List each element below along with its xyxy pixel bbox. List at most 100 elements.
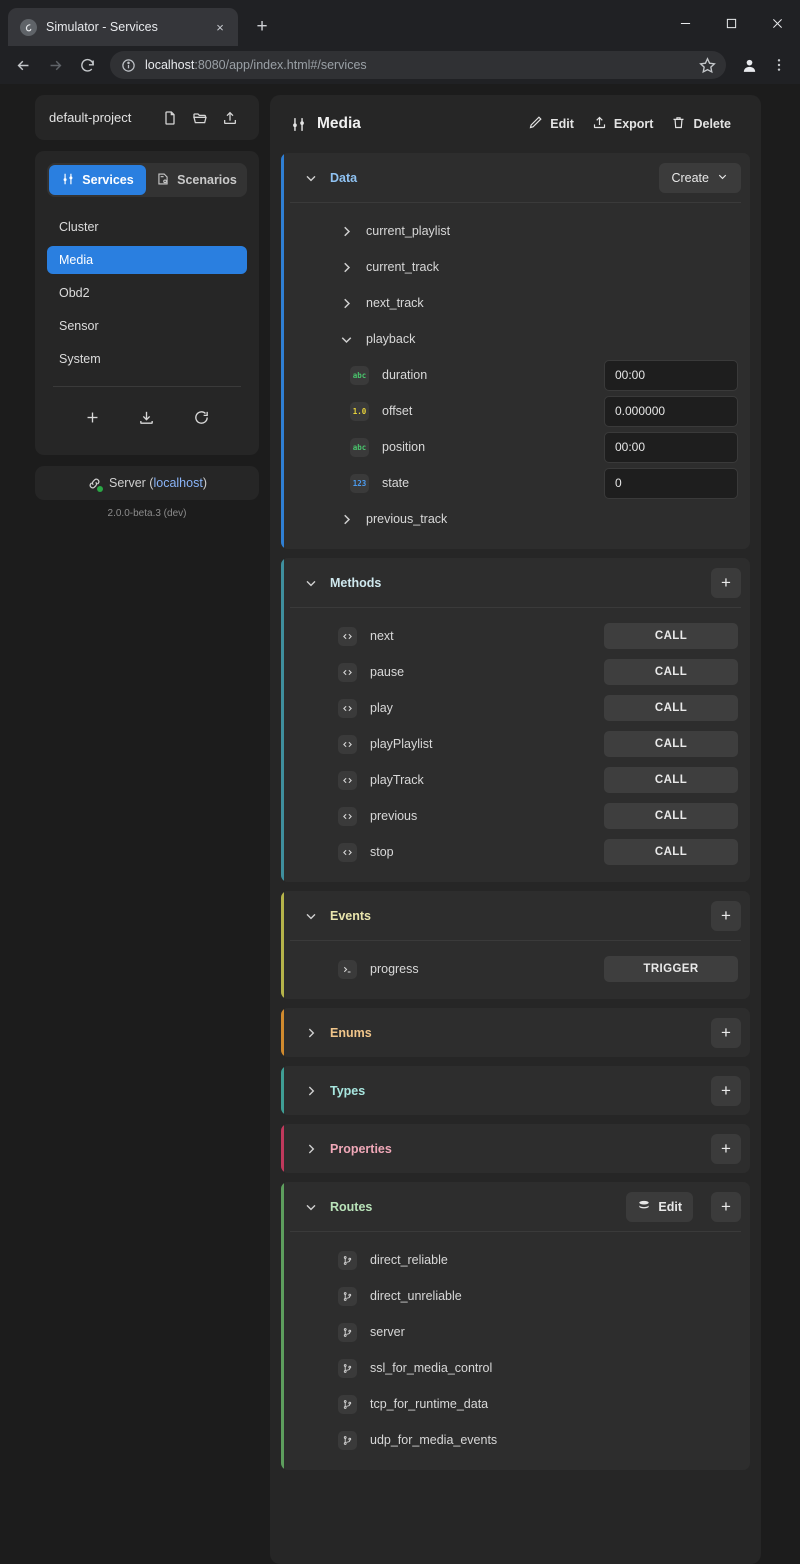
upload-icon [592, 115, 607, 133]
git-branch-icon [338, 1287, 357, 1306]
sidebar-item-system[interactable]: System [47, 345, 247, 373]
upload-icon[interactable] [215, 103, 245, 133]
field-label: state [382, 476, 604, 490]
page-title: Media [290, 115, 519, 133]
chevron-down-icon[interactable] [303, 908, 319, 924]
chevron-right-icon[interactable] [338, 295, 355, 312]
call-button[interactable]: CALL [604, 803, 738, 829]
section-types-header[interactable]: Types + [281, 1066, 750, 1115]
sidebar-item-media[interactable]: Media [47, 246, 247, 274]
new-tab-button[interactable]: + [248, 13, 276, 41]
tab-services[interactable]: Services [49, 165, 146, 195]
chevron-right-icon[interactable] [303, 1025, 319, 1041]
refresh-icon[interactable] [186, 401, 218, 433]
status-dot [97, 486, 103, 492]
chevron-right-icon[interactable] [338, 511, 355, 528]
tree-row-previous_track[interactable]: previous_track [290, 501, 741, 537]
route-row[interactable]: udp_for_media_events [290, 1422, 741, 1458]
database-icon [637, 1198, 651, 1215]
call-button[interactable]: CALL [604, 695, 738, 721]
route-row[interactable]: server [290, 1314, 741, 1350]
tree-row-playback[interactable]: playback [290, 321, 741, 357]
chevron-right-icon[interactable] [338, 259, 355, 276]
sidebar-item-sensor[interactable]: Sensor [47, 312, 247, 340]
type-badge-string: abc [350, 438, 369, 457]
add-route-button[interactable]: + [711, 1192, 741, 1222]
section-data-header[interactable]: Data Create [281, 153, 750, 202]
open-folder-icon[interactable] [185, 103, 215, 133]
section-methods-header[interactable]: Methods + [281, 558, 750, 607]
add-method-button[interactable]: + [711, 568, 741, 598]
duration-input[interactable]: 00:00 [604, 360, 738, 391]
route-name: server [370, 1325, 741, 1339]
sidebar-item-cluster[interactable]: Cluster [47, 213, 247, 241]
method-name: next [370, 629, 604, 643]
section-accent [281, 1008, 284, 1057]
call-button[interactable]: CALL [604, 767, 738, 793]
tree-row-next_track[interactable]: next_track [290, 285, 741, 321]
reload-icon[interactable] [72, 50, 102, 80]
link-icon [87, 476, 102, 491]
chevron-down-icon[interactable] [303, 1199, 319, 1215]
method-name: playPlaylist [370, 737, 604, 751]
position-input[interactable]: 00:00 [604, 432, 738, 463]
section-properties-header[interactable]: Properties + [281, 1124, 750, 1173]
code-icon [338, 735, 357, 754]
edit-routes-button[interactable]: Edit [626, 1192, 693, 1222]
server-status[interactable]: Server (localhost) [35, 466, 259, 500]
route-row[interactable]: direct_unreliable [290, 1278, 741, 1314]
new-file-icon[interactable] [155, 103, 185, 133]
download-icon[interactable] [131, 401, 163, 433]
sidebar-item-obd2[interactable]: Obd2 [47, 279, 247, 307]
section-events-header[interactable]: Events + [281, 891, 750, 940]
add-property-button[interactable]: + [711, 1134, 741, 1164]
offset-input[interactable]: 0.000000 [604, 396, 738, 427]
route-row[interactable]: tcp_for_runtime_data [290, 1386, 741, 1422]
delete-button[interactable]: Delete [662, 115, 740, 133]
add-enum-button[interactable]: + [711, 1018, 741, 1048]
tab-scenarios[interactable]: Scenarios [148, 165, 245, 195]
chevron-down-icon[interactable] [303, 575, 319, 591]
browser-tab[interactable]: Simulator - Services × [8, 8, 238, 46]
trigger-button[interactable]: TRIGGER [604, 956, 738, 982]
maximize-icon[interactable] [708, 0, 754, 46]
add-type-button[interactable]: + [711, 1076, 741, 1106]
forward-icon[interactable] [40, 50, 70, 80]
call-button[interactable]: CALL [604, 659, 738, 685]
type-badge-float: 1.0 [350, 402, 369, 421]
close-icon[interactable] [754, 0, 800, 46]
browser-menu-icon[interactable] [766, 50, 792, 80]
method-row: playPlaylist CALL [290, 726, 741, 762]
chevron-down-icon[interactable] [338, 331, 355, 348]
edit-button[interactable]: Edit [519, 115, 583, 133]
section-routes-header[interactable]: Routes Edit + [281, 1182, 750, 1231]
chevron-right-icon[interactable] [303, 1083, 319, 1099]
field-label: duration [382, 368, 604, 382]
field-label: offset [382, 404, 604, 418]
call-button[interactable]: CALL [604, 839, 738, 865]
back-icon[interactable] [8, 50, 38, 80]
profile-avatar-icon[interactable] [734, 50, 764, 80]
sliders-icon [61, 172, 75, 189]
state-input[interactable]: 0 [604, 468, 738, 499]
route-row[interactable]: direct_reliable [290, 1242, 741, 1278]
chevron-right-icon[interactable] [303, 1141, 319, 1157]
minimize-icon[interactable] [662, 0, 708, 46]
create-button[interactable]: Create [659, 163, 741, 193]
route-row[interactable]: ssl_for_media_control [290, 1350, 741, 1386]
chevron-right-icon[interactable] [338, 223, 355, 240]
close-tab-icon[interactable]: × [210, 17, 230, 37]
add-icon[interactable] [76, 401, 108, 433]
section-enums-header[interactable]: Enums + [281, 1008, 750, 1057]
call-button[interactable]: CALL [604, 731, 738, 757]
bookmark-star-icon[interactable] [698, 56, 717, 75]
chevron-down-icon[interactable] [303, 170, 319, 186]
export-button[interactable]: Export [583, 115, 663, 133]
tree-row-current_playlist[interactable]: current_playlist [290, 213, 741, 249]
address-bar[interactable]: localhost:8080/app/index.html#/services [110, 51, 726, 79]
section-accent [281, 1066, 284, 1115]
call-button[interactable]: CALL [604, 623, 738, 649]
add-event-button[interactable]: + [711, 901, 741, 931]
tree-row-current_track[interactable]: current_track [290, 249, 741, 285]
site-info-icon[interactable] [121, 58, 136, 73]
